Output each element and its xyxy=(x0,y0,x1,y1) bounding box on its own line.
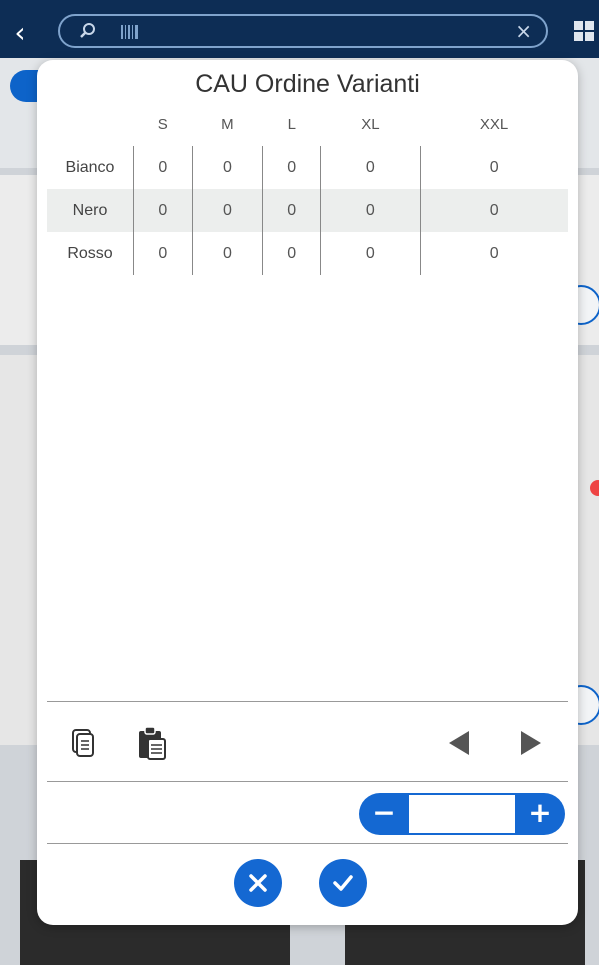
quantity-cell[interactable]: 0 xyxy=(320,146,420,189)
quantity-input[interactable] xyxy=(409,795,515,833)
table-row: Rosso 0 0 0 0 0 xyxy=(47,232,568,275)
clear-icon[interactable]: × xyxy=(515,19,532,43)
divider xyxy=(47,843,568,844)
barcode-icon[interactable] xyxy=(120,24,140,40)
paste-icon[interactable] xyxy=(137,726,167,760)
color-label: Rosso xyxy=(67,244,113,262)
corner-header xyxy=(47,102,134,146)
app-topbar: ‹ × xyxy=(0,0,599,58)
quantity-cell[interactable]: 0 xyxy=(419,146,568,189)
previous-arrow-icon[interactable] xyxy=(449,731,469,755)
decrement-button[interactable]: − xyxy=(363,793,405,835)
quantity-cell[interactable]: 0 xyxy=(262,232,321,275)
size-header: S xyxy=(157,115,168,133)
variant-grid: S M L XL XXL Bianco 0 0 0 0 0 Nero 0 0 0… xyxy=(47,102,568,275)
grid-view-icon[interactable] xyxy=(573,20,595,42)
quantity-cell[interactable]: 0 xyxy=(133,189,193,232)
quantity-cell[interactable]: 0 xyxy=(133,232,193,275)
quantity-cell[interactable]: 0 xyxy=(191,189,263,232)
quantity-cell[interactable]: 0 xyxy=(133,146,193,189)
quantity-cell[interactable]: 0 xyxy=(419,232,568,275)
close-icon xyxy=(249,874,267,892)
increment-button[interactable]: + xyxy=(519,793,561,835)
cancel-button[interactable] xyxy=(234,859,282,907)
search-icon xyxy=(80,23,95,38)
background-badge xyxy=(590,480,599,496)
dialog-title: CAU Ordine Varianti xyxy=(195,70,420,98)
table-row: Bianco 0 0 0 0 0 xyxy=(47,146,568,189)
quantity-cell[interactable]: 0 xyxy=(191,146,263,189)
checkmark-icon xyxy=(333,875,353,891)
table-row: Nero 0 0 0 0 0 xyxy=(47,189,568,232)
divider xyxy=(47,701,568,702)
search-bar[interactable]: × xyxy=(58,14,548,48)
size-header: M xyxy=(221,115,234,133)
size-header: L xyxy=(287,115,296,133)
copy-icon[interactable] xyxy=(71,728,95,758)
quantity-cell[interactable]: 0 xyxy=(320,189,420,232)
quantity-cell[interactable]: 0 xyxy=(191,232,263,275)
confirm-button[interactable] xyxy=(319,859,367,907)
size-header: XXL xyxy=(479,115,509,133)
quantity-cell[interactable]: 0 xyxy=(419,189,568,232)
quantity-cell[interactable]: 0 xyxy=(262,189,321,232)
back-chevron-icon[interactable]: ‹ xyxy=(6,18,34,48)
size-header-row: S M L XL XXL xyxy=(47,102,568,146)
quantity-stepper: − + xyxy=(359,793,565,835)
quantity-cell[interactable]: 0 xyxy=(262,146,321,189)
color-label: Bianco xyxy=(65,158,115,176)
size-header: XL xyxy=(361,115,380,133)
divider xyxy=(47,781,568,782)
variant-order-dialog: CAU Ordine Varianti S M L XL XXL Bianco … xyxy=(37,60,578,925)
next-arrow-icon[interactable] xyxy=(521,731,541,755)
quantity-cell[interactable]: 0 xyxy=(320,232,420,275)
color-label: Nero xyxy=(47,189,134,232)
